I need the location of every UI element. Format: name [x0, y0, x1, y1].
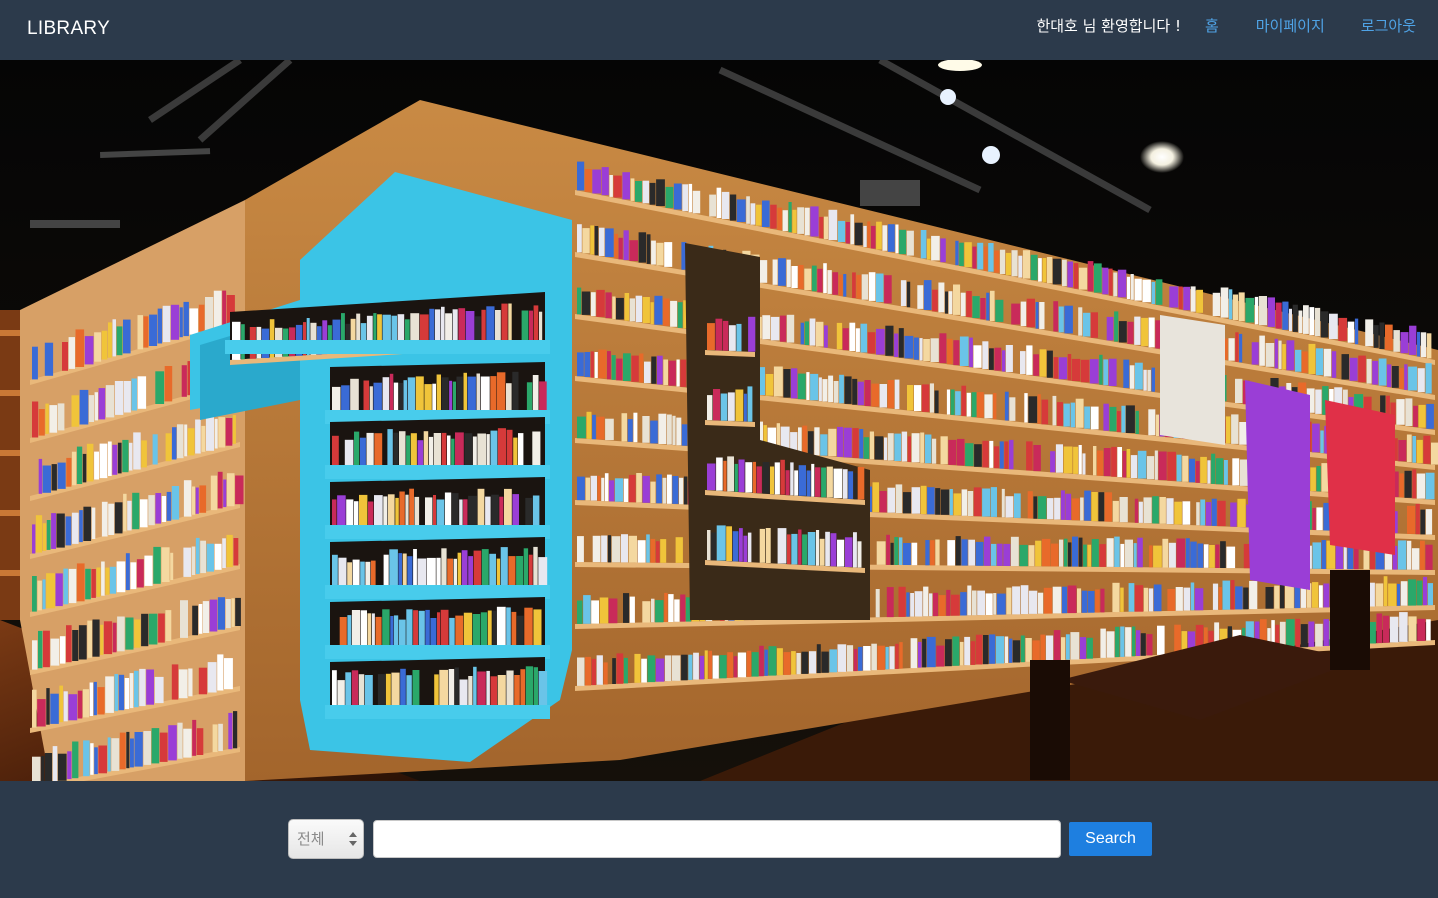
- search-category-select[interactable]: 전체: [288, 819, 364, 859]
- nav-link-home[interactable]: 홈: [1205, 15, 1219, 36]
- brand-logo-text[interactable]: LIBRARY: [27, 18, 110, 40]
- nav-right-group: 한대호 님 환영합니다 ! 홈 마이페이지 로그아웃: [1036, 15, 1416, 36]
- top-navbar: LIBRARY 한대호 님 환영합니다 ! 홈 마이페이지 로그아웃: [0, 0, 1438, 60]
- library-bookshelves-image: [0, 60, 1438, 781]
- welcome-message: 한대호 님 환영합니다 !: [1036, 17, 1181, 35]
- search-input[interactable]: [373, 820, 1061, 858]
- search-button[interactable]: Search: [1069, 822, 1152, 856]
- nav-link-mypage[interactable]: 마이페이지: [1256, 15, 1325, 36]
- nav-link-logout[interactable]: 로그아웃: [1361, 15, 1416, 36]
- search-section: 전체 Search: [0, 781, 1438, 898]
- hero-library-image: [0, 60, 1438, 781]
- select-arrows-icon: [349, 831, 357, 847]
- search-category-selected: 전체: [297, 830, 325, 848]
